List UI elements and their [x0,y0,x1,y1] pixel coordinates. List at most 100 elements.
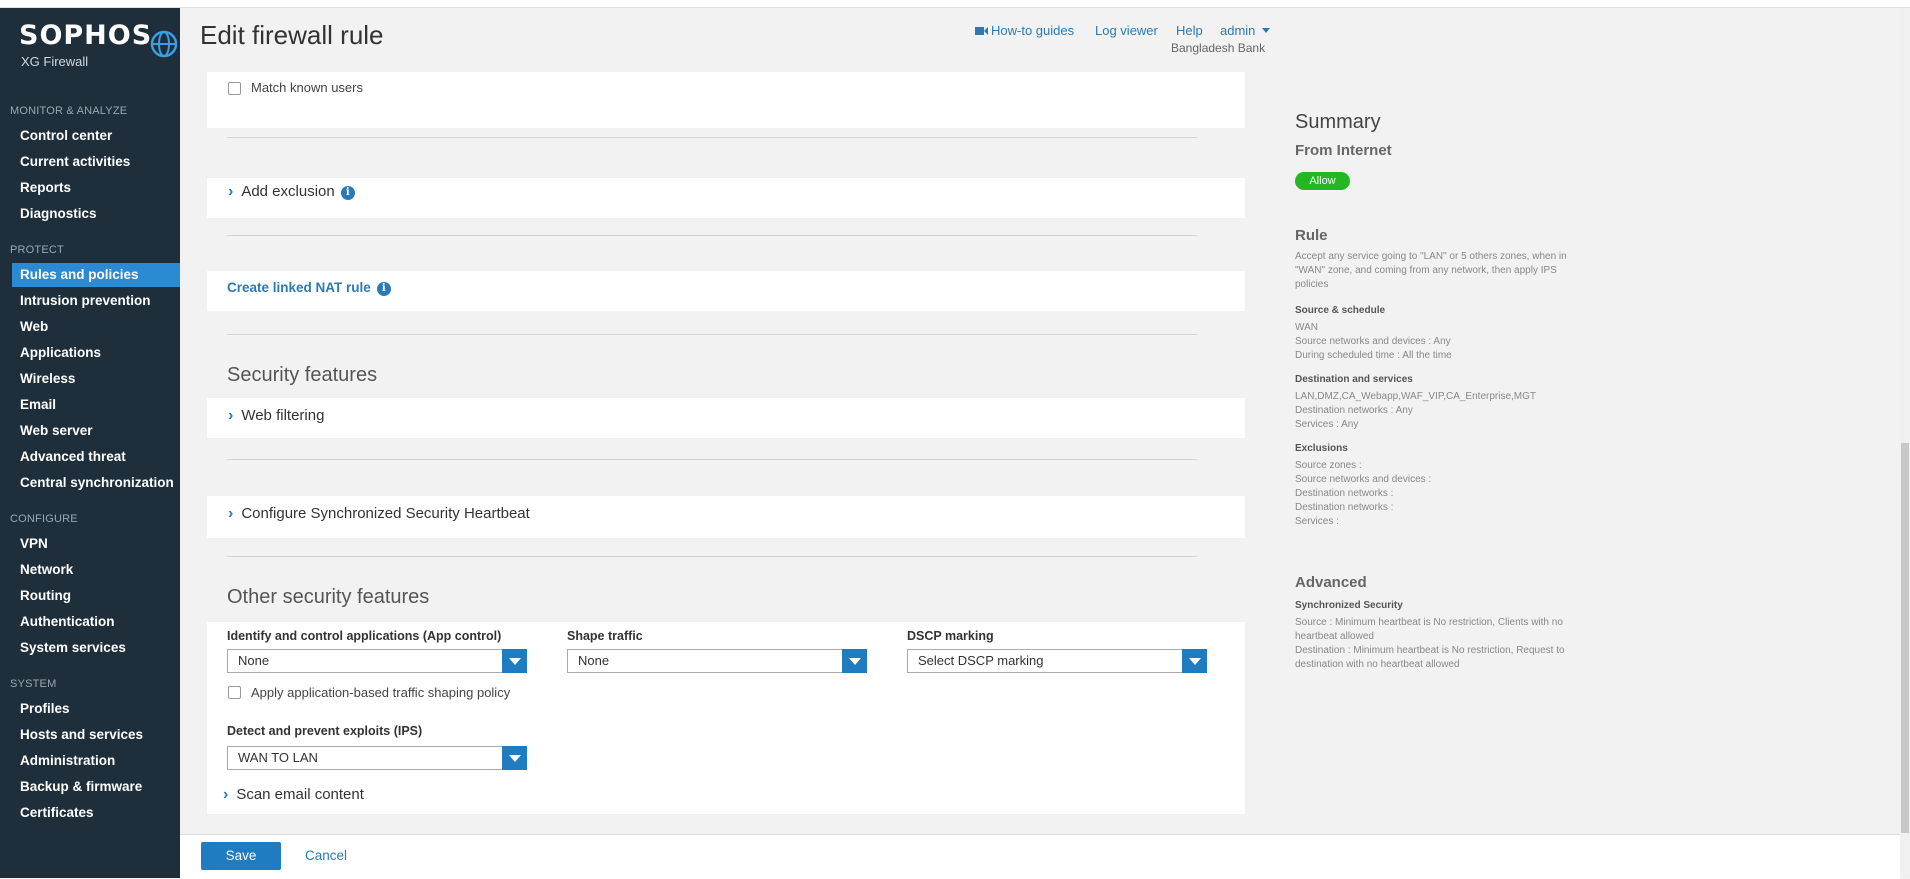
info-icon[interactable]: i [376,282,391,296]
web-filtering-panel [207,398,1245,438]
match-known-users-checkbox[interactable] [228,82,241,95]
product-name: XG Firewall [21,54,89,69]
heartbeat-toggle[interactable]: › Configure Synchronized Security Heartbe… [228,505,530,523]
sidebar-item-hosts-and-services[interactable]: Hosts and services [12,723,180,747]
match-known-users-label: Match known users [251,80,363,95]
help-link[interactable]: Help [1176,23,1203,38]
rule-description: Accept any service going to "LAN" or 5 o… [1295,251,1567,290]
ips-value: WAN TO LAN [238,750,318,765]
top-strip [0,0,1910,8]
dropdown-arrow-icon [1182,649,1207,673]
source-line: During scheduled time : All the time [1295,350,1452,361]
sidebar-item-backup-firmware[interactable]: Backup & firmware [12,775,180,799]
dscp-label: DSCP marking [907,629,994,643]
security-features-title: Security features [227,364,378,386]
sidebar-item-reports[interactable]: Reports [12,176,180,200]
ips-select[interactable]: WAN TO LAN [227,746,527,770]
source-line: Source networks and devices : Any [1295,336,1451,347]
rule-name: From Internet [1295,142,1392,159]
sidebar-item-applications[interactable]: Applications [12,341,180,365]
dscp-select[interactable]: Select DSCP marking [907,649,1207,673]
web-filtering-toggle[interactable]: › Web filtering [228,407,324,425]
sidebar-item-authentication[interactable]: Authentication [12,610,180,634]
shape-traffic-label: Shape traffic [567,629,643,643]
chevron-right-icon: › [228,183,234,200]
globe-icon [150,30,178,58]
section-label-configure: CONFIGURE [10,513,78,525]
sidebar: SOPHOS XG Firewall MONITOR & ANALYZE Con… [0,8,180,878]
save-button[interactable]: Save [201,842,281,870]
chevron-right-icon: › [223,786,229,803]
sync-source-line: Source : Minimum heartbeat is No restric… [1295,617,1563,642]
video-camera-icon [975,27,988,35]
source-line: WAN [1295,322,1318,333]
divider [227,235,1197,236]
exclusions-heading: Exclusions [1295,443,1348,454]
app-shaping-checkbox[interactable] [228,686,241,699]
sidebar-item-vpn[interactable]: VPN [12,532,180,556]
sidebar-item-system-services[interactable]: System services [12,636,180,660]
scrollbar-thumb[interactable] [1901,443,1909,833]
sidebar-item-certificates[interactable]: Certificates [12,801,180,825]
sidebar-item-web-server[interactable]: Web server [12,419,180,443]
brand-logo[interactable]: SOPHOS XG Firewall [19,20,178,69]
destination-line: LAN,DMZ,CA_Webapp,WAF_VIP,CA_Enterprise,… [1295,391,1537,402]
howto-guides-label: How-to guides [991,23,1075,38]
create-nat-label: Create linked NAT rule [227,280,371,295]
destination-line: Services : Any [1295,419,1359,430]
sidebar-item-web[interactable]: Web [12,315,180,339]
brand-name: SOPHOS [19,20,153,51]
scan-email-toggle[interactable]: › Scan email content [223,786,364,804]
sidebar-item-network[interactable]: Network [12,558,180,582]
cancel-button[interactable]: Cancel [305,848,347,863]
dropdown-arrow-icon [502,649,527,673]
sidebar-item-advanced-threat[interactable]: Advanced threat [12,445,180,469]
rule-heading: Rule [1295,227,1328,244]
sidebar-item-wireless[interactable]: Wireless [12,367,180,391]
divider [227,459,1197,460]
divider [227,137,1197,138]
sidebar-item-profiles[interactable]: Profiles [12,697,180,721]
divider [227,334,1197,335]
exclusion-line: Services : [1295,516,1339,527]
sidebar-item-diagnostics[interactable]: Diagnostics [12,202,180,226]
sidebar-item-administration[interactable]: Administration [12,749,180,773]
dropdown-arrow-icon [842,649,867,673]
exclusion-line: Source zones : [1295,460,1362,471]
sync-security-heading: Synchronized Security [1295,600,1403,611]
chevron-right-icon: › [228,407,234,424]
exclusion-panel [207,178,1245,218]
shape-traffic-select[interactable]: None [567,649,867,673]
section-label-system: SYSTEM [10,678,57,690]
log-viewer-link[interactable]: Log viewer [1095,23,1158,38]
dropdown-arrow-icon [502,746,527,770]
sidebar-item-routing[interactable]: Routing [12,584,180,608]
allow-badge: Allow [1295,172,1350,190]
info-icon[interactable]: i [340,186,355,200]
sidebar-item-intrusion-prevention[interactable]: Intrusion prevention [12,289,180,313]
exclusion-line: Destination networks : [1295,488,1394,499]
section-label-protect: PROTECT [10,244,64,256]
app-control-select[interactable]: None [227,649,527,673]
heartbeat-label: Configure Synchronized Security Heartbea… [241,505,530,522]
organization-name: Bangladesh Bank [1171,41,1266,55]
sidebar-item-rules-and-policies[interactable]: Rules and policies [12,263,180,287]
howto-guides-link[interactable]: How-to guides [975,23,1074,38]
scan-email-label: Scan email content [236,786,364,803]
ips-label: Detect and prevent exploits (IPS) [227,724,423,738]
sidebar-item-central-synchronization[interactable]: Central synchronization [12,471,180,495]
app-control-value: None [238,653,270,668]
sidebar-item-email[interactable]: Email [12,393,180,417]
summary-title: Summary [1295,111,1381,133]
create-linked-nat-rule-link[interactable]: Create linked NAT rule i [227,280,391,296]
admin-menu[interactable]: admin [1220,23,1271,38]
add-exclusion-toggle[interactable]: › Add exclusion i [228,183,355,201]
sidebar-item-control-center[interactable]: Control center [12,124,180,148]
destination-heading: Destination and services [1295,374,1413,385]
main-content: Edit firewall rule How-to guides Log vie… [180,8,1900,879]
sidebar-item-current-activities[interactable]: Current activities [12,150,180,174]
destination-line: Destination networks : Any [1295,405,1413,416]
admin-label: admin [1220,23,1256,38]
scrollbar[interactable] [1900,8,1910,878]
caret-down-icon [1262,28,1271,33]
